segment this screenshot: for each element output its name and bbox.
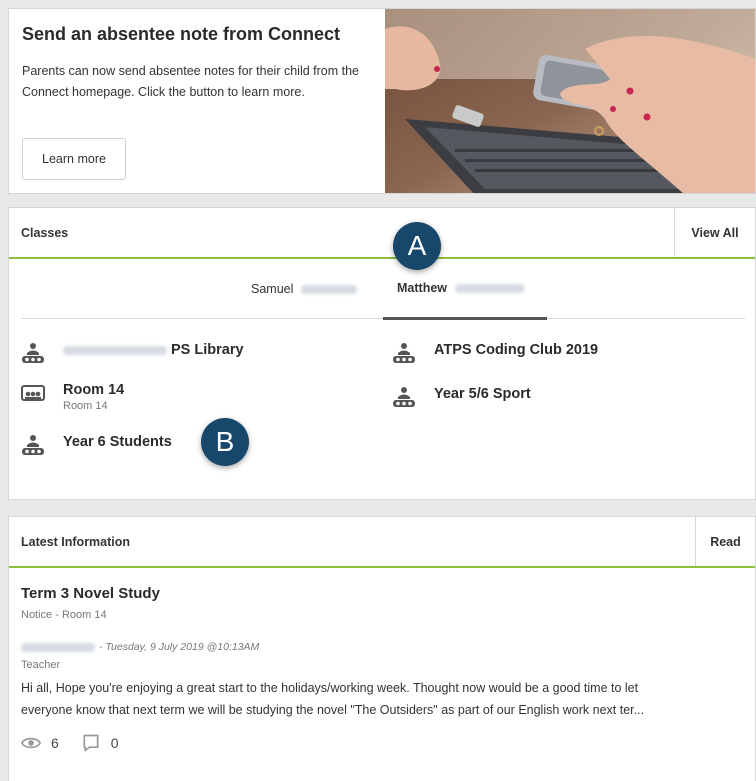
class-item-year-6-students[interactable]: Year 6 Students (21, 432, 172, 457)
group-icon (22, 435, 44, 455)
banner-photo (385, 9, 755, 193)
notice-author-row: - Tuesday, 9 July 2019 @10:13AM (21, 641, 259, 653)
callout-a: A (393, 222, 441, 270)
banner-title: Send an absentee note from Connect (22, 24, 341, 44)
tab-samuel[interactable]: Samuel (211, 259, 371, 319)
latest-header: Latest Information Read (9, 517, 755, 568)
redacted-author (21, 642, 95, 652)
group-icon (393, 343, 415, 363)
classroom-icon (21, 385, 45, 401)
eye-icon (21, 737, 41, 749)
notice-author-role: Teacher (21, 659, 61, 671)
redacted-class-prefix (63, 345, 167, 355)
redacted-surname (301, 284, 358, 294)
class-item-room-14[interactable]: Room 14 Room 14 (21, 380, 124, 413)
view-all-button[interactable]: View All (674, 208, 755, 257)
comments-count: 0 (110, 735, 119, 751)
comment-icon[interactable] (81, 733, 101, 753)
student-tabs: Samuel Matthew (21, 259, 745, 320)
class-name: PS Library (171, 342, 244, 358)
latest-information-card: Latest Information Read Term 3 Novel Stu… (8, 516, 756, 781)
banner-description: Parents can now send absentee notes for … (22, 64, 359, 99)
classes-title: Classes (21, 226, 69, 240)
class-item-atps-coding-club[interactable]: ATPS Coding Club 2019 (392, 340, 598, 365)
notice-body-line: everyone know that next term we will be … (21, 703, 645, 717)
classes-header: Classes View All (9, 208, 755, 259)
callout-b: B (201, 418, 249, 466)
classes-card: Classes View All Samuel Matthew PS Libra… (8, 207, 756, 500)
notice-date: - Tuesday, 9 July 2019 @10:13AM (99, 641, 260, 653)
class-name: Room 14 (63, 382, 125, 398)
learn-more-button[interactable]: Learn more (22, 138, 126, 180)
tab-matthew-label: Matthew (397, 281, 447, 295)
notice-stats: 6 0 (21, 733, 119, 753)
class-name: Year 5/6 Sport (434, 386, 531, 402)
class-subtitle: Room 14 (63, 400, 108, 412)
class-name: Year 6 Students (63, 434, 172, 450)
notice-title[interactable]: Term 3 Novel Study (21, 585, 160, 602)
class-item-ps-library[interactable]: PS Library (21, 340, 244, 365)
absentee-banner-card: Send an absentee note from Connect Paren… (8, 8, 756, 194)
read-button[interactable]: Read (695, 517, 755, 566)
group-icon (22, 343, 44, 363)
views-count: 6 (51, 735, 59, 751)
notice-body: Hi all, Hope you're enjoying a great sta… (21, 677, 749, 721)
tab-samuel-label: Samuel (251, 282, 294, 296)
notice-body-line: Hi all, Hope you're enjoying a great sta… (21, 681, 639, 695)
class-name: ATPS Coding Club 2019 (434, 342, 599, 358)
banner-text-block: Send an absentee note from Connect Paren… (22, 24, 372, 103)
group-icon (393, 387, 415, 407)
latest-title: Latest Information (21, 535, 131, 549)
redacted-surname (455, 283, 525, 293)
notice-subtitle: Notice - Room 14 (21, 609, 107, 621)
class-item-year-5-6-sport[interactable]: Year 5/6 Sport (392, 384, 531, 409)
